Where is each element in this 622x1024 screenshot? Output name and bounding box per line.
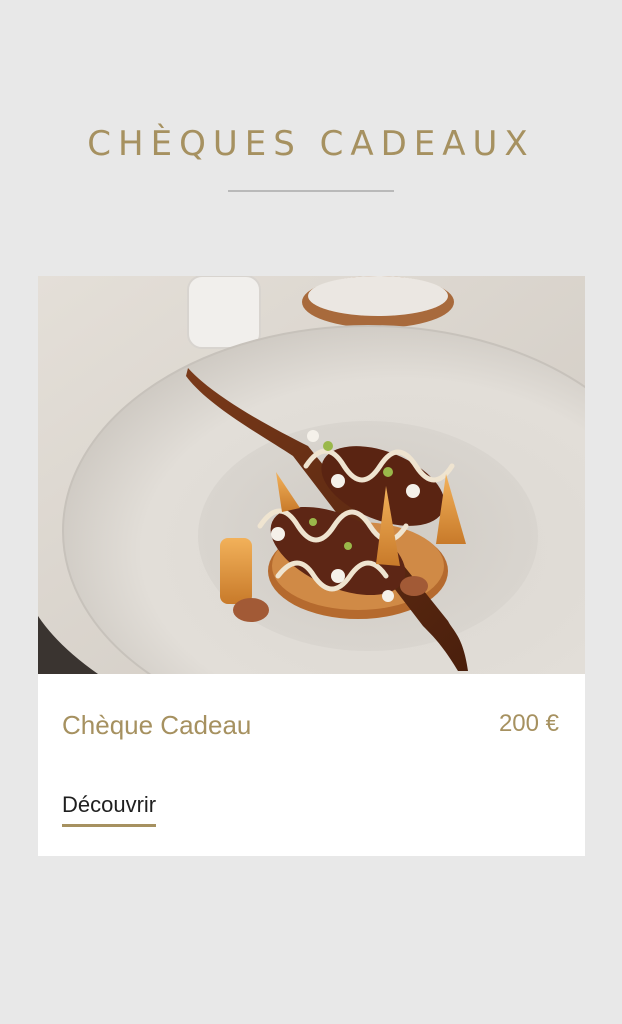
gift-card-product[interactable]: Chèque Cadeau 200 € Découvrir xyxy=(38,276,585,856)
product-image[interactable] xyxy=(38,276,585,674)
page-title: CHÈQUES CADEAUX xyxy=(87,124,535,164)
discover-link[interactable]: Découvrir xyxy=(62,792,157,827)
dessert-photo xyxy=(38,276,585,674)
page: CHÈQUES CADEAUX Chèque Cadeau 200 € Déco… xyxy=(0,0,622,1024)
product-price: 200 € xyxy=(498,710,559,737)
title-divider xyxy=(228,190,394,192)
product-name: Chèque Cadeau xyxy=(62,710,252,740)
